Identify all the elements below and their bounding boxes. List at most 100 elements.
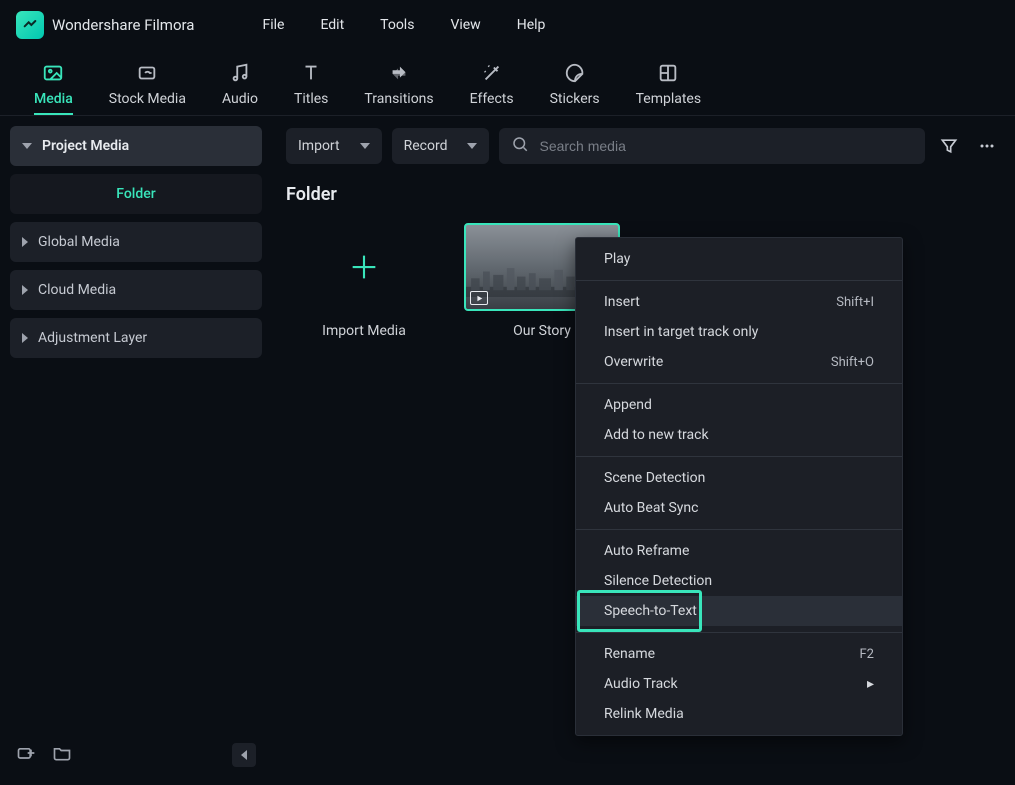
sidebar-project-media[interactable]: Project Media [10, 126, 262, 166]
chevron-right-icon: ▸ [867, 676, 874, 692]
sidebar-item-label: Adjustment Layer [38, 330, 147, 346]
context-menu-item[interactable]: Scene Detection [576, 463, 902, 493]
context-menu-separator [576, 632, 902, 633]
context-menu-label: Silence Detection [604, 573, 712, 589]
sidebar-global-media[interactable]: Global Media [10, 222, 262, 262]
context-menu-item[interactable]: Insert in target track only [576, 317, 902, 347]
context-menu-item[interactable]: Audio Track ▸ [576, 669, 902, 699]
sidebar-folder[interactable]: Folder [10, 174, 262, 214]
tab-audio[interactable]: Audio [204, 50, 276, 115]
clip-context-menu: Play InsertShift+I Insert in target track … [575, 237, 903, 736]
content-toolbar: Import Record [286, 126, 1001, 166]
tab-label: Media [34, 91, 73, 107]
import-dropdown[interactable]: Import [286, 128, 382, 164]
context-menu-label: Auto Reframe [604, 543, 689, 559]
image-icon [41, 61, 65, 85]
search-icon [511, 135, 529, 157]
context-menu-item[interactable]: InsertShift+I [576, 287, 902, 317]
tab-transitions[interactable]: Transitions [346, 50, 451, 115]
menu-view[interactable]: View [450, 17, 480, 33]
chevron-right-icon [22, 237, 28, 247]
context-menu-item[interactable]: Add to new track [576, 420, 902, 450]
search-wrap [499, 128, 925, 164]
text-icon [299, 61, 323, 85]
context-menu-shortcut: F2 [860, 647, 875, 662]
tab-media[interactable]: Media [16, 50, 91, 115]
menu-help[interactable]: Help [517, 17, 546, 33]
context-menu-item[interactable]: Speech-to-Text [576, 596, 902, 626]
context-menu-label: Append [604, 397, 652, 413]
context-menu-separator [576, 383, 902, 384]
chevron-right-icon [22, 333, 28, 343]
app-name: Wondershare Filmora [52, 16, 194, 34]
new-folder-icon[interactable] [52, 743, 72, 767]
layout-icon [656, 61, 680, 85]
folder-title: Folder [286, 184, 1001, 205]
add-subfolder-icon[interactable] [16, 743, 36, 767]
sidebar-folder-label: Folder [116, 186, 155, 202]
context-menu-label: Relink Media [604, 706, 684, 722]
tab-label: Transitions [364, 91, 433, 107]
sidebar-adjustment-layer[interactable]: Adjustment Layer [10, 318, 262, 358]
tab-label: Stock Media [109, 91, 186, 107]
swap-icon [387, 61, 411, 85]
more-icon[interactable] [973, 132, 1001, 160]
sidebar-item-label: Global Media [38, 234, 120, 250]
brand: Wondershare Filmora [16, 11, 194, 39]
sidebar-cloud-media[interactable]: Cloud Media [10, 270, 262, 310]
tab-effects[interactable]: Effects [452, 50, 532, 115]
tab-stock-media[interactable]: Stock Media [91, 50, 204, 115]
context-menu-item[interactable]: Auto Beat Sync [576, 493, 902, 523]
import-thumb [286, 223, 442, 311]
sticker-icon [563, 61, 587, 85]
tab-label: Titles [294, 91, 328, 107]
tab-label: Templates [636, 91, 702, 107]
record-dropdown[interactable]: Record [392, 128, 490, 164]
title-bar: Wondershare Filmora File Edit Tools View… [0, 0, 1015, 50]
context-menu-item[interactable]: Overwrite Shift+O [576, 347, 902, 377]
cloud-image-icon [135, 61, 159, 85]
import-media-label: Import Media [322, 323, 406, 339]
tab-stickers[interactable]: Stickers [532, 50, 618, 115]
context-menu-label: Overwrite [604, 354, 663, 370]
menu-edit[interactable]: Edit [320, 17, 344, 33]
filter-icon[interactable] [935, 132, 963, 160]
music-icon [228, 61, 252, 85]
context-menu-item[interactable]: Play [576, 244, 902, 274]
search-input[interactable] [539, 138, 913, 154]
context-menu-item[interactable]: Rename F2 [576, 639, 902, 669]
context-menu-item[interactable]: Silence Detection [576, 566, 902, 596]
sidebar-footer [10, 735, 262, 775]
collapse-sidebar-button[interactable] [232, 743, 256, 767]
sparkle-icon [480, 61, 504, 85]
context-menu-item[interactable]: Append [576, 390, 902, 420]
record-label: Record [404, 138, 448, 154]
menu-tools[interactable]: Tools [380, 17, 414, 33]
tab-label: Audio [222, 91, 258, 107]
context-menu-item[interactable]: Auto Reframe [576, 536, 902, 566]
context-menu-label: Audio Track [604, 676, 678, 692]
tab-templates[interactable]: Templates [618, 50, 720, 115]
context-menu-shortcut: Shift+I [836, 295, 874, 310]
context-menu-label: Rename [604, 646, 655, 662]
main-menu: File Edit Tools View Help [262, 17, 545, 33]
context-menu-shortcut: Shift+O [831, 355, 874, 370]
tab-titles[interactable]: Titles [276, 50, 346, 115]
chevron-down-icon [360, 143, 370, 149]
context-menu-label: Auto Beat Sync [604, 500, 699, 516]
context-menu-label: Speech-to-Text [604, 603, 697, 619]
context-menu-separator [576, 529, 902, 530]
menu-file[interactable]: File [262, 17, 284, 33]
video-badge-icon [470, 291, 488, 305]
sidebar-item-label: Cloud Media [38, 282, 116, 298]
context-menu-label: Scene Detection [604, 470, 705, 486]
chevron-down-icon [467, 143, 477, 149]
context-menu-label: Play [604, 251, 630, 267]
context-menu-label: Add to new track [604, 427, 709, 443]
context-menu-label: Insert in target track only [604, 324, 758, 340]
tab-label: Stickers [550, 91, 600, 107]
chevron-down-icon [22, 143, 32, 149]
import-label: Import [298, 138, 340, 154]
import-media-card[interactable]: Import Media [286, 223, 442, 339]
context-menu-item[interactable]: Relink Media [576, 699, 902, 729]
